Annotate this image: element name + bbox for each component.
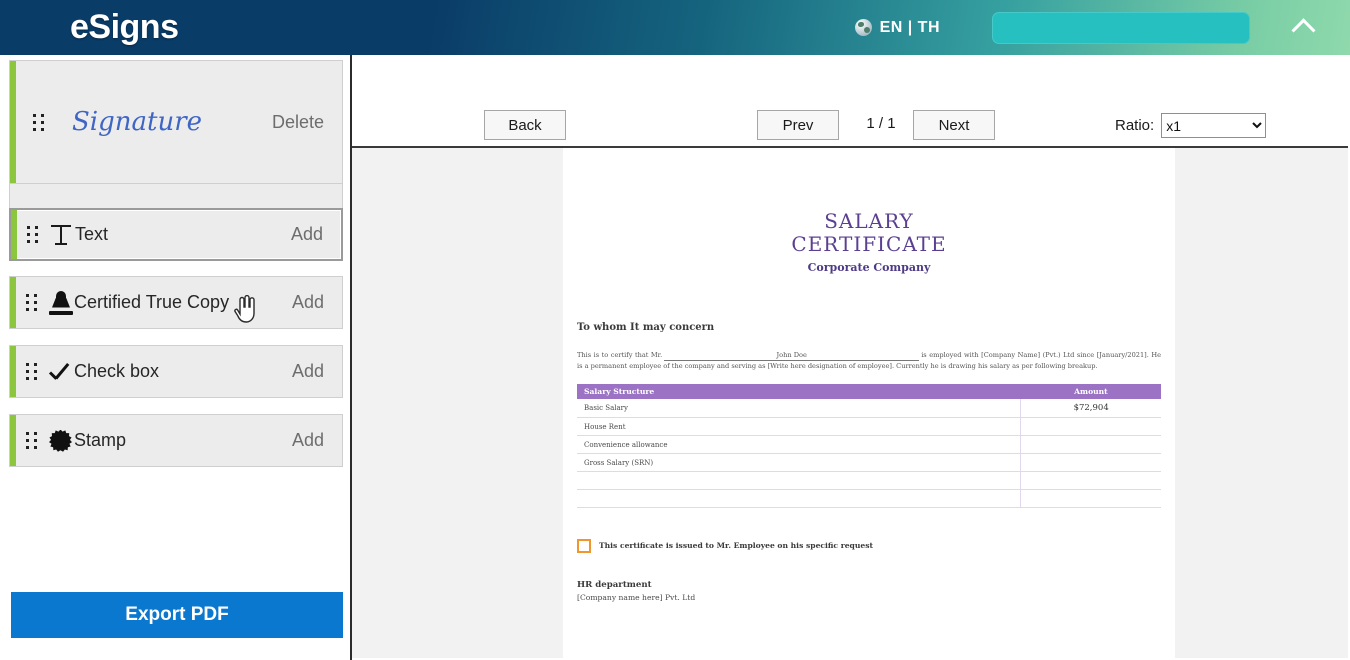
signer-company: [Company name here] Pvt. Ltd — [577, 593, 696, 602]
table-cell-amount — [1020, 453, 1161, 472]
salary-table: Salary Structure Amount Basic Salary $72… — [577, 384, 1161, 508]
ratio-select[interactable]: x1 — [1161, 113, 1267, 138]
check-icon — [46, 359, 74, 385]
document-subtitle: Corporate Company — [807, 261, 931, 274]
sidebar-item-label: Signature — [72, 107, 203, 137]
ratio-label: Ratio: — [1115, 117, 1155, 134]
document-title-line2: CERTIFICATE — [791, 232, 947, 256]
table-cell-label: Basic Salary — [577, 399, 1022, 418]
sidebar-item-check-box[interactable]: Check box Add — [9, 345, 343, 398]
signer-department: HR department — [577, 580, 652, 590]
sidebar-item-label: Check box — [74, 361, 160, 381]
text-icon — [47, 222, 75, 248]
table-row — [577, 489, 1161, 508]
body-prefix: This is to certify that Mr. — [577, 351, 663, 359]
document-content: To whom It may concern This is to certif… — [563, 322, 1175, 602]
table-cell-amount — [1020, 471, 1161, 490]
document-body-paragraph: This is to certify that Mr. John Doe is em… — [577, 350, 1161, 371]
next-page-button[interactable]: Next — [913, 110, 995, 140]
sidebar-item-label: Stamp — [74, 430, 127, 450]
sidebar-item-text[interactable]: Text Add — [9, 208, 343, 261]
viewer-toolbar: Back Prev 1 / 1 Next Ratio: x1 — [352, 55, 1348, 148]
sidebar-item-label: Certified True Copy — [74, 292, 230, 312]
language-switcher[interactable]: EN | TH — [854, 18, 940, 37]
table-cell-label: House Rent — [577, 417, 1022, 436]
accent-bar — [10, 415, 16, 466]
document-page[interactable]: SALARY CERTIFICATE Corporate Company To … — [563, 148, 1175, 658]
table-cell-label: Gross Salary (SRN) — [577, 453, 1022, 472]
sidebar-item-add-link[interactable]: Add — [291, 224, 323, 245]
sidebar-item-label: Text — [75, 224, 109, 244]
sidebar-item-stamp[interactable]: Stamp Add — [9, 414, 343, 467]
table-row: House Rent — [577, 417, 1161, 436]
drag-handle-icon[interactable] — [26, 432, 37, 449]
accent-bar — [11, 210, 17, 259]
issue-note-text: This certificate is issued to Mr. Employ… — [599, 541, 873, 550]
sidebar-item-certified-true-copy[interactable]: Certified True Copy Add — [9, 276, 343, 329]
fields-sidebar: Signature Delete Text Add Certified True… — [0, 55, 352, 660]
document-viewer-pane: Back Prev 1 / 1 Next Ratio: x1 SALARY CE… — [352, 55, 1348, 660]
document-salutation: To whom It may concern — [577, 322, 715, 333]
drag-handle-icon[interactable] — [26, 363, 37, 380]
table-row: Convenience allowance — [577, 435, 1161, 454]
header-right-group: EN | TH — [854, 0, 1350, 55]
export-pdf-button[interactable]: Export PDF — [11, 592, 343, 638]
table-cell-amount — [1020, 417, 1161, 436]
table-cell-label — [577, 471, 1022, 490]
back-button[interactable]: Back — [484, 110, 566, 140]
app-body: Signature Delete Text Add Certified True… — [0, 55, 1350, 660]
table-row: Basic Salary $72,904 — [577, 399, 1161, 418]
drag-handle-icon[interactable] — [27, 226, 38, 243]
collapse-header-button[interactable] — [1288, 13, 1318, 43]
employee-name-field[interactable]: John Doe — [664, 350, 920, 361]
sidebar-item-add-link[interactable]: Add — [292, 292, 324, 313]
document-title: SALARY CERTIFICATE — [563, 210, 1175, 256]
sidebar-item-signature[interactable]: Signature Delete — [9, 60, 343, 184]
sidebar-item-delete-link[interactable]: Delete — [272, 112, 324, 133]
stamp-icon — [46, 290, 74, 316]
app-brand: eSigns — [70, 8, 179, 46]
table-header-amount: Amount — [1020, 384, 1161, 399]
checkbox-field[interactable] — [577, 539, 591, 553]
sidebar-item-add-link[interactable]: Add — [292, 361, 324, 382]
language-label: EN | TH — [879, 18, 940, 36]
table-header-row: Salary Structure Amount — [577, 384, 1161, 399]
issue-note-row: This certificate is issued to Mr. Employ… — [577, 539, 1161, 553]
globe-icon — [854, 19, 872, 36]
accent-bar — [10, 346, 16, 397]
drag-handle-icon[interactable] — [26, 294, 37, 311]
table-cell-amount — [1020, 489, 1161, 508]
table-cell-amount — [1020, 435, 1161, 454]
prev-page-button[interactable]: Prev — [757, 110, 839, 140]
app-header: eSigns EN | TH — [0, 0, 1350, 55]
sidebar-item-add-link[interactable]: Add — [292, 430, 324, 451]
table-cell-label — [577, 489, 1022, 508]
search-input[interactable] — [992, 11, 1250, 44]
accent-bar — [10, 61, 16, 183]
table-row: Gross Salary (SRN) — [577, 453, 1161, 472]
drag-handle-icon[interactable] — [33, 113, 44, 131]
page-indicator: 1 / 1 — [866, 115, 896, 132]
chevron-up-icon — [1290, 18, 1316, 43]
starburst-icon — [46, 428, 74, 454]
zoom-ratio-control: Ratio: x1 — [1115, 113, 1267, 138]
signature-block: HR department [Company name here] Pvt. L… — [577, 580, 1161, 602]
accent-bar — [10, 277, 16, 328]
document-title-line1: SALARY — [824, 209, 914, 233]
table-cell-amount: $72,904 — [1020, 399, 1161, 418]
table-row — [577, 471, 1161, 490]
table-cell-label: Convenience allowance — [577, 435, 1022, 454]
page-scroll-area[interactable]: SALARY CERTIFICATE Corporate Company To … — [352, 148, 1348, 658]
table-header-structure: Salary Structure — [577, 384, 1021, 399]
